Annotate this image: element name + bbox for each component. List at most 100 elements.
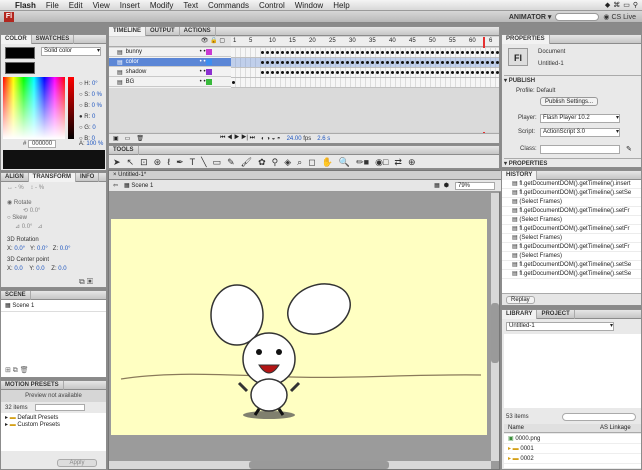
keyframe[interactable] (361, 61, 364, 64)
keyframe[interactable] (381, 51, 384, 54)
keyframe[interactable] (296, 51, 299, 54)
keyframe[interactable] (441, 61, 444, 64)
keyframe[interactable] (366, 71, 369, 74)
script-select[interactable]: ActionScript 3.0 ▾ (540, 128, 620, 137)
keyframe[interactable] (366, 51, 369, 54)
eyedropper-icon[interactable]: ⌕ (297, 157, 302, 168)
keyframe[interactable] (346, 51, 349, 54)
history-item[interactable]: ▤ fl.getDocumentDOM().getTimeline().setF… (502, 225, 641, 234)
keyframe[interactable] (291, 71, 294, 74)
vertical-scrollbar[interactable] (491, 193, 499, 461)
keyframe[interactable] (286, 71, 289, 74)
history-item[interactable]: ▤ (Select Frames) (502, 252, 641, 261)
bucket-tool-icon[interactable]: ◈ (284, 157, 291, 168)
keyframe[interactable] (416, 51, 419, 54)
keyframe[interactable] (406, 61, 409, 64)
document-tab[interactable]: × Untitled-1* (109, 171, 501, 180)
keyframe[interactable] (486, 61, 489, 64)
library-item[interactable]: ▸ ▬ 0002 (504, 454, 641, 464)
keyframe[interactable] (436, 51, 439, 54)
apply-button[interactable]: Apply (57, 459, 97, 467)
keyframe[interactable] (331, 51, 334, 54)
layer-color-swatch[interactable] (205, 49, 212, 55)
center-3d-fields[interactable]: X: 0.0 Y: 0.0 Z: 0.0 (7, 266, 67, 272)
keyframe[interactable] (351, 71, 354, 74)
keyframe[interactable] (336, 71, 339, 74)
delete-layer-icon[interactable]: 🗑 (136, 135, 144, 142)
library-item[interactable]: ▣ 0000.png (504, 434, 641, 444)
layer-row[interactable]: ▤ color • • (109, 58, 231, 67)
keyframe[interactable] (451, 71, 454, 74)
rotate-option[interactable]: ◉ Rotate (7, 199, 32, 206)
keyframe[interactable] (261, 61, 264, 64)
keyframe[interactable] (316, 61, 319, 64)
keyframe[interactable] (481, 71, 484, 74)
keyframe[interactable] (311, 71, 314, 74)
keyframe[interactable] (406, 71, 409, 74)
keyframe[interactable] (291, 61, 294, 64)
publish-section-header[interactable]: ▾ PUBLISH (504, 75, 641, 84)
swap-colors-icon[interactable]: ⇄ (394, 157, 402, 168)
keyframe[interactable] (386, 51, 389, 54)
keyframe[interactable] (301, 61, 304, 64)
keyframe[interactable] (341, 51, 344, 54)
history-item[interactable]: ▤ fl.getDocumentDOM().getTimeline().setS… (502, 270, 641, 279)
tab-actions[interactable]: ACTIONS (180, 26, 216, 36)
layer-frames[interactable] (231, 68, 509, 78)
menu-edit[interactable]: Edit (64, 0, 88, 11)
keyframe[interactable] (336, 61, 339, 64)
tab-transform[interactable]: TRANSFORM (28, 172, 77, 182)
layer-row[interactable]: ▤ bunny • • (109, 48, 231, 57)
selection-tool-icon[interactable]: ➤ (113, 157, 121, 168)
history-item[interactable]: ▤ fl.getDocumentDOM().getTimeline().setF… (502, 207, 641, 216)
keyframe[interactable] (426, 61, 429, 64)
keyframe[interactable] (361, 51, 364, 54)
alpha-field[interactable]: A: 100 % (79, 141, 103, 147)
tab-timeline[interactable]: TIMELINE (109, 26, 146, 36)
publish-settings-button[interactable]: Publish Settings... (540, 97, 598, 106)
keyframe[interactable] (386, 71, 389, 74)
keyframe[interactable] (401, 71, 404, 74)
back-arrow-icon[interactable]: ⇦ (113, 182, 118, 189)
keyframe[interactable] (321, 61, 324, 64)
keyframe[interactable] (476, 71, 479, 74)
keyframe[interactable] (266, 51, 269, 54)
menu-view[interactable]: View (88, 0, 115, 11)
keyframe[interactable] (441, 51, 444, 54)
keyframe[interactable] (456, 61, 459, 64)
keyframe[interactable] (446, 61, 449, 64)
keyframe[interactable] (426, 71, 429, 74)
menu-modify[interactable]: Modify (145, 0, 179, 11)
keyframe[interactable] (371, 71, 374, 74)
status-icon[interactable]: ⌘ (613, 1, 620, 9)
keyframe[interactable] (451, 61, 454, 64)
replay-button[interactable]: Replay (506, 296, 535, 304)
tab-align[interactable]: ALIGN (1, 172, 29, 182)
keyframe[interactable] (321, 51, 324, 54)
keyframe[interactable] (451, 51, 454, 54)
keyframe[interactable] (401, 61, 404, 64)
keyframe[interactable] (396, 71, 399, 74)
keyframe[interactable] (356, 61, 359, 64)
keyframe[interactable] (431, 51, 434, 54)
cs-live-button[interactable]: ◉ CS Live (603, 13, 636, 21)
history-item[interactable]: ▤ (Select Frames) (502, 198, 641, 207)
pen-tool-icon[interactable]: ✒ (176, 157, 184, 168)
keyframe[interactable] (421, 61, 424, 64)
brush-tool-icon[interactable]: 🖌 (241, 157, 252, 168)
layer-color-swatch[interactable] (205, 79, 212, 85)
keyframe[interactable] (436, 61, 439, 64)
keyframe[interactable] (266, 61, 269, 64)
keyframe[interactable] (261, 71, 264, 74)
keyframe[interactable] (441, 71, 444, 74)
keyframe[interactable] (411, 71, 414, 74)
keyframe[interactable] (456, 71, 459, 74)
keyframe[interactable] (376, 71, 379, 74)
scene-breadcrumb[interactable]: ▦ Scene 1 (124, 182, 153, 189)
keyframe[interactable] (296, 61, 299, 64)
scene-list-item[interactable]: ▦ Scene 1 (1, 300, 106, 312)
tab-color[interactable]: COLOR (1, 34, 32, 44)
transform-footer-icons[interactable]: ⧉ ▣ (79, 277, 93, 287)
edit-class-icon[interactable]: ✎ (626, 145, 632, 153)
stroke-color-swatch[interactable] (5, 47, 35, 59)
